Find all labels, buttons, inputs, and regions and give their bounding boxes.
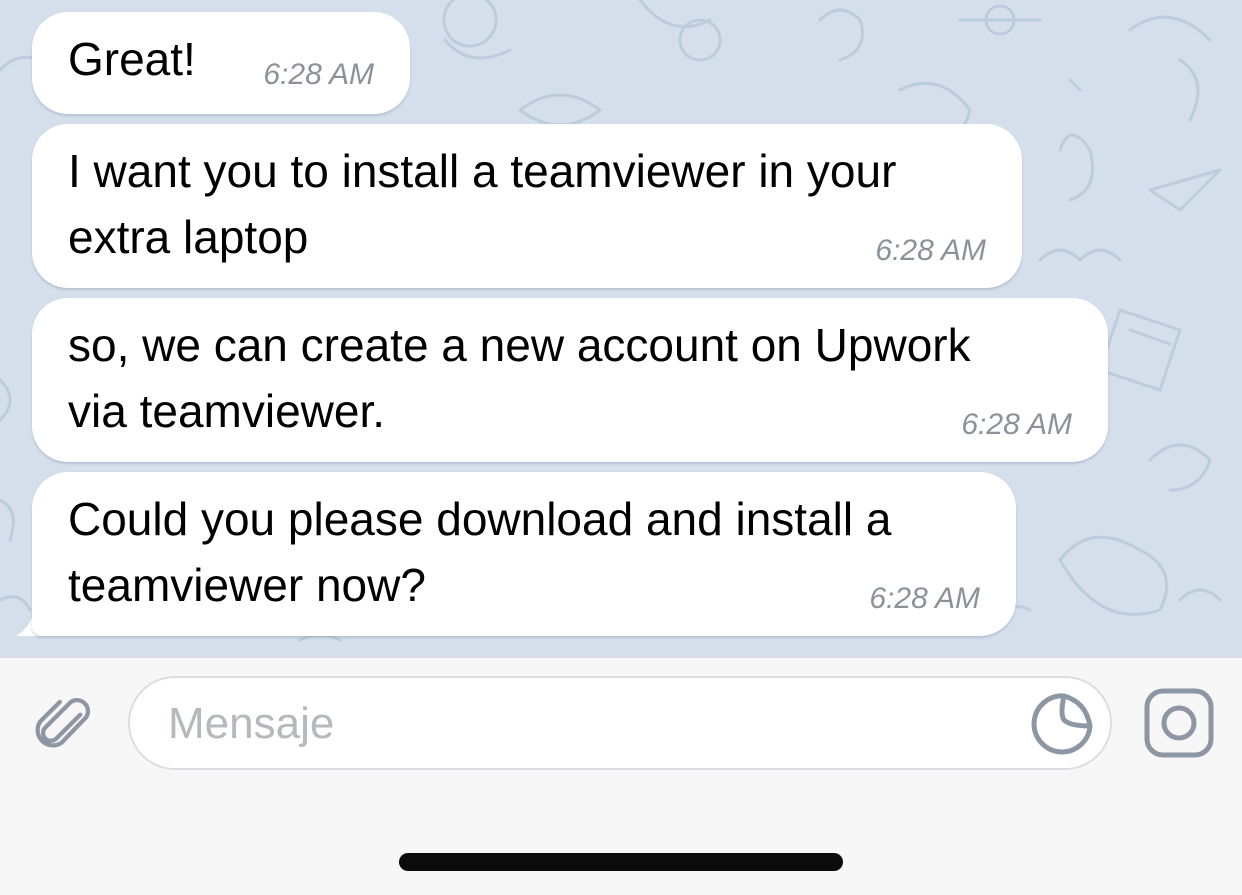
message-bubble[interactable]: so, we can create a new account on Upwor… — [32, 298, 1108, 462]
message-text: Could you please download and install a … — [68, 493, 892, 611]
paperclip-icon[interactable] — [30, 690, 102, 762]
home-indicator[interactable] — [399, 853, 843, 871]
message-time: 6:28 AM — [263, 58, 374, 91]
message-bubble[interactable]: Could you please download and install a … — [32, 472, 1016, 636]
message-input-field[interactable] — [128, 676, 1112, 770]
message-time: 6:28 AM — [869, 582, 980, 615]
message-time: 6:28 AM — [961, 408, 1072, 441]
message-text: I want you to install a teamviewer in yo… — [68, 145, 897, 263]
instagram-camera-icon[interactable] — [1142, 686, 1216, 760]
sticker-icon[interactable] — [1030, 692, 1094, 756]
message-bubble[interactable]: Great! 6:28 AM — [32, 12, 410, 114]
message-text: Great! — [68, 33, 196, 85]
message-input[interactable] — [166, 692, 1030, 756]
message-bubble[interactable]: I want you to install a teamviewer in yo… — [32, 124, 1022, 288]
message-time: 6:28 AM — [875, 234, 986, 267]
chat-area[interactable]: Great! 6:28 AM I want you to install a t… — [0, 0, 1242, 657]
message-text: so, we can create a new account on Upwor… — [68, 319, 971, 437]
